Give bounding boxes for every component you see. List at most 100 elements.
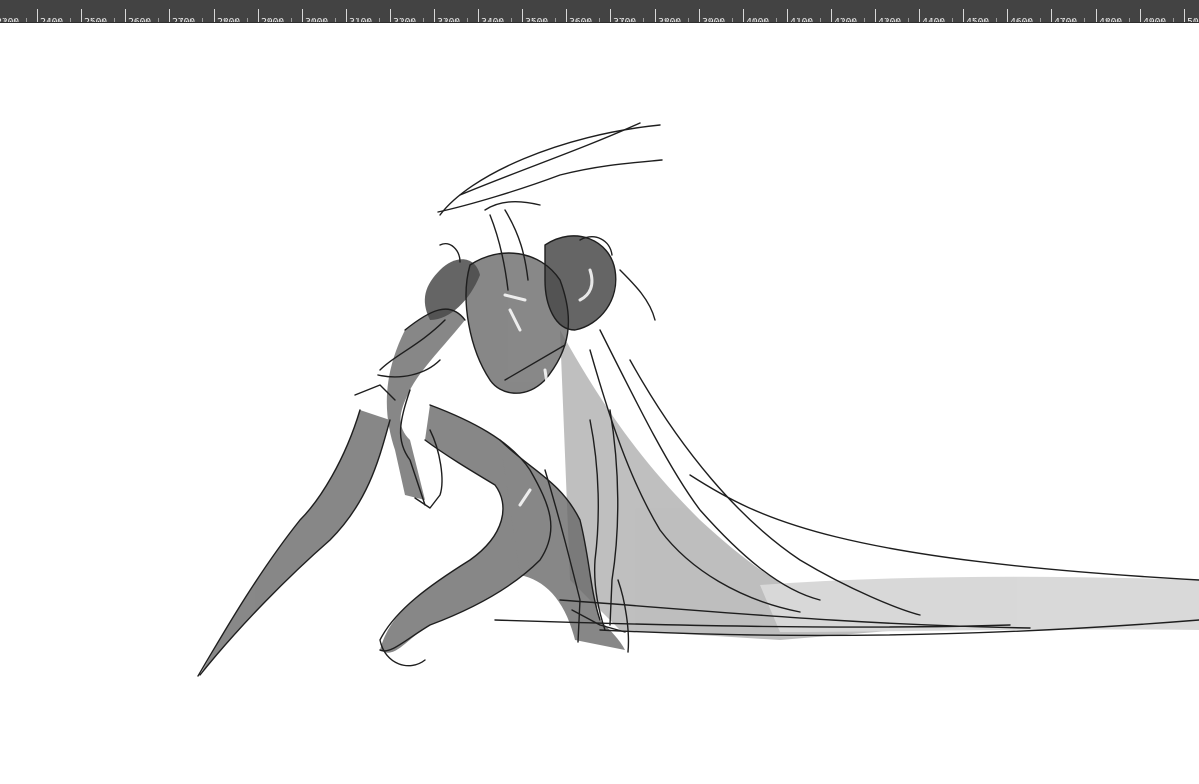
ruler-major-tick: 3100 [346, 9, 372, 22]
ruler-minor-tick [710, 18, 711, 22]
ruler-major-tick: 4100 [787, 9, 813, 22]
ruler-minor-tick [533, 18, 534, 22]
ruler-major-tick: 3700 [610, 9, 636, 22]
ruler-major-tick: 5000 [1184, 9, 1199, 22]
shading-layer [560, 330, 1199, 640]
ruler-minor-tick [368, 18, 369, 22]
ruler-minor-tick [677, 18, 678, 22]
ruler-major-tick: 2600 [125, 9, 151, 22]
ruler-major-tick: 2500 [81, 9, 107, 22]
ruler-minor-tick [92, 18, 93, 22]
ruler-minor-tick [1173, 18, 1174, 22]
ruler-major-tick: 3400 [478, 9, 504, 22]
ruler-minor-tick [313, 18, 314, 22]
ruler-major-tick: 3300 [434, 9, 460, 22]
ruler-minor-tick [456, 18, 457, 22]
ruler-minor-tick [666, 18, 667, 22]
ruler-major-tick: 4000 [743, 9, 769, 22]
ruler-major-tick: 2900 [258, 9, 284, 22]
ruler-minor-tick [15, 18, 16, 22]
ruler-minor-tick [357, 18, 358, 22]
ruler-minor-tick [401, 18, 402, 22]
ruler-minor-tick [445, 18, 446, 22]
ruler-major-tick: 4500 [963, 9, 989, 22]
ruler-minor-tick [48, 18, 49, 22]
ruler-major-tick: 4800 [1096, 9, 1122, 22]
ruler-minor-tick [776, 18, 777, 22]
ruler-minor-tick [324, 18, 325, 22]
ruler-minor-tick [1195, 18, 1196, 22]
ruler-minor-tick [335, 18, 336, 22]
ruler-minor-tick [985, 18, 986, 22]
ruler-minor-tick [202, 18, 203, 22]
ruler-minor-tick [247, 18, 248, 22]
ruler-minor-tick [379, 18, 380, 22]
ruler-minor-tick [820, 18, 821, 22]
ruler-minor-tick [754, 18, 755, 22]
ruler-minor-tick [511, 18, 512, 22]
ruler-minor-tick [1162, 18, 1163, 22]
ruler-major-tick: 4700 [1051, 9, 1077, 22]
ruler-major-tick: 4900 [1140, 9, 1166, 22]
ruler-minor-tick [1151, 18, 1152, 22]
ruler-minor-tick [1118, 18, 1119, 22]
ruler-minor-tick [544, 18, 545, 22]
ruler-minor-tick [1029, 18, 1030, 22]
ruler-minor-tick [26, 18, 27, 22]
ruler-major-tick: 4300 [875, 9, 901, 22]
ruler-minor-tick [114, 18, 115, 22]
ruler-minor-tick [269, 18, 270, 22]
ruler-minor-tick [225, 18, 226, 22]
ruler-major-tick: 4200 [831, 9, 857, 22]
ruler-minor-tick [974, 18, 975, 22]
ruler-minor-tick [864, 18, 865, 22]
ruler-minor-tick [588, 18, 589, 22]
ruler-minor-tick [4, 18, 5, 22]
ruler-minor-tick [897, 18, 898, 22]
drawing-canvas[interactable] [0, 23, 1199, 784]
ruler-minor-tick [158, 18, 159, 22]
ruler-major-tick: 2400 [37, 9, 63, 22]
ruler-minor-tick [1073, 18, 1074, 22]
sketch-artwork [197, 122, 1199, 677]
ruler-ticks: 2300240025002600270028002900300031003200… [0, 0, 1199, 22]
ruler-major-tick: 3600 [566, 9, 592, 22]
ruler-minor-tick [1129, 18, 1130, 22]
ruler-minor-tick [765, 18, 766, 22]
ruler-minor-tick [1084, 18, 1085, 22]
ruler-minor-tick [809, 18, 810, 22]
ruler-major-tick: 3500 [522, 9, 548, 22]
ruler-minor-tick [952, 18, 953, 22]
ruler-minor-tick [489, 18, 490, 22]
horizontal-ruler[interactable]: 2300240025002600270028002900300031003200… [0, 0, 1199, 23]
ruler-major-tick: 3800 [655, 9, 681, 22]
ruler-minor-tick [599, 18, 600, 22]
ruler-major-tick: 3900 [699, 9, 725, 22]
ruler-minor-tick [853, 18, 854, 22]
ruler-minor-tick [423, 18, 424, 22]
ruler-minor-tick [1107, 18, 1108, 22]
ruler-minor-tick [930, 18, 931, 22]
ruler-minor-tick [191, 18, 192, 22]
ruler-minor-tick [996, 18, 997, 22]
ruler-minor-tick [412, 18, 413, 22]
ruler-major-tick: 2800 [214, 9, 240, 22]
ruler-minor-tick [59, 18, 60, 22]
ruler-minor-tick [136, 18, 137, 22]
ruler-minor-tick [500, 18, 501, 22]
ruler-minor-tick [291, 18, 292, 22]
ruler-minor-tick [236, 18, 237, 22]
ruler-minor-tick [721, 18, 722, 22]
ruler-minor-tick [555, 18, 556, 22]
ruler-minor-tick [577, 18, 578, 22]
ruler-minor-tick [467, 18, 468, 22]
ruler-minor-tick [147, 18, 148, 22]
ruler-minor-tick [941, 18, 942, 22]
ruler-minor-tick [632, 18, 633, 22]
ruler-major-tick: 3200 [390, 9, 416, 22]
ruler-minor-tick [798, 18, 799, 22]
ruler-major-tick: 4400 [919, 9, 945, 22]
ruler-minor-tick [280, 18, 281, 22]
ruler-minor-tick [621, 18, 622, 22]
ruler-minor-tick [886, 18, 887, 22]
